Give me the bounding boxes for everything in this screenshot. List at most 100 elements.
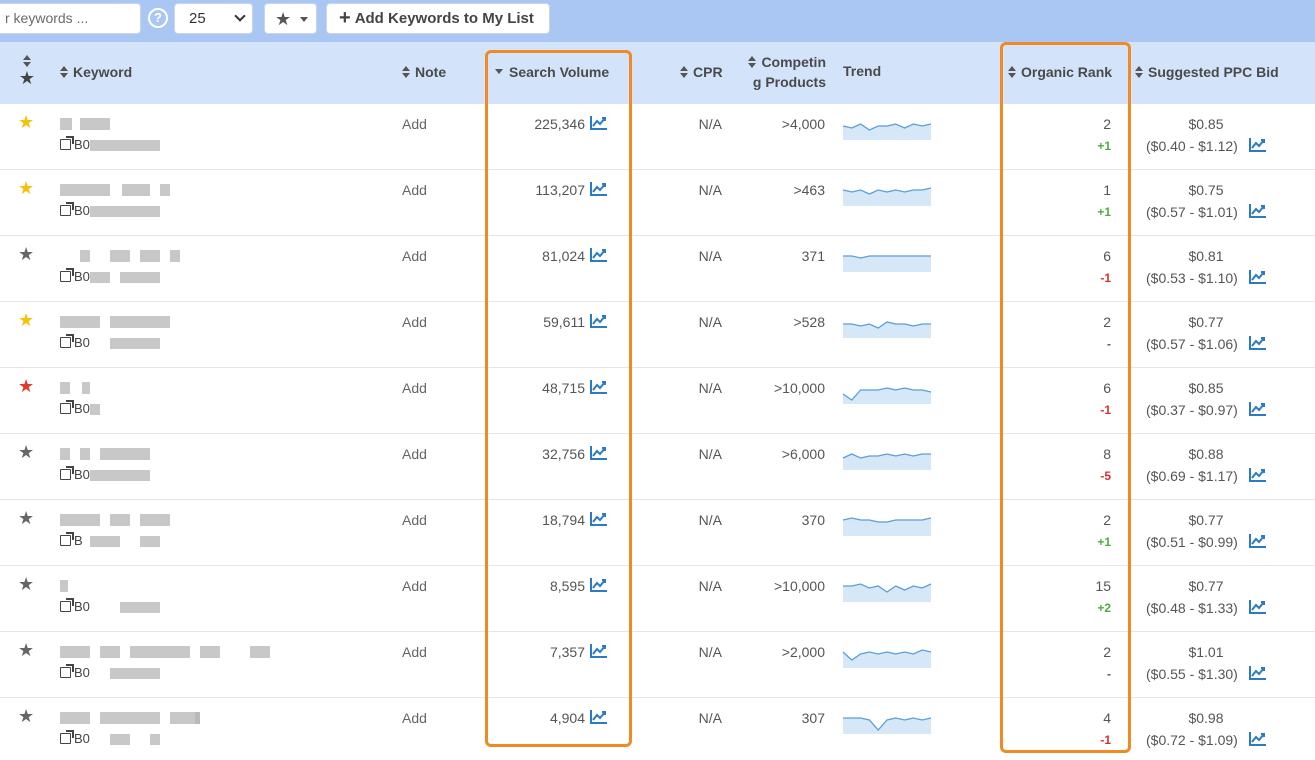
volume-history-icon[interactable] (590, 115, 608, 130)
table-row: ★ B0 Add 225,346 N/A >4,000 2 +1 $0.85 ($0.40 - $… (0, 104, 1315, 170)
trend-sparkline (842, 649, 932, 668)
asin-link[interactable]: B0 (60, 664, 90, 681)
bid-history-icon[interactable] (1249, 599, 1267, 614)
star-icon[interactable]: ★ (18, 706, 34, 726)
competing-products-value: >463 (793, 182, 825, 198)
external-link-icon (60, 268, 74, 282)
add-keywords-button[interactable]: + Add Keywords to My List (326, 3, 550, 34)
table-row: ★ B0 Add 113,207 N/A >463 1 +1 $0.75 ($0.57 - $1.… (0, 170, 1315, 236)
bid-history-icon[interactable] (1249, 533, 1267, 548)
column-header-note[interactable]: Note (402, 62, 446, 82)
bid-history-icon[interactable] (1249, 203, 1267, 218)
add-note-link[interactable]: Add (402, 444, 427, 464)
asin-link[interactable]: B0 (60, 268, 90, 285)
search-volume-value: 18,794 (542, 512, 585, 528)
bid-history-icon[interactable] (1249, 269, 1267, 284)
search-volume-value: 4,904 (549, 710, 585, 726)
sort-icon (680, 66, 688, 78)
star-icon[interactable]: ★ (18, 442, 34, 462)
add-keywords-label: Add Keywords to My List (354, 10, 534, 27)
add-note-link[interactable]: Add (402, 378, 427, 398)
star-icon[interactable]: ★ (18, 376, 34, 396)
cpr-value: N/A (698, 644, 722, 660)
star-icon[interactable]: ★ (18, 310, 34, 330)
asin-link[interactable]: B0 (60, 334, 90, 351)
sort-icon (402, 66, 410, 78)
asin-text: B0 (74, 137, 90, 152)
add-note-link[interactable]: Add (402, 642, 427, 662)
star-sort-header[interactable]: ★ (18, 55, 36, 87)
trend-sparkline (842, 387, 932, 404)
bid-history-icon[interactable] (1249, 401, 1267, 416)
table-row: ★ B0 Add 7,357 N/A >2,000 2 - $1.01 ($0.55 - $1.3… (0, 632, 1315, 698)
asin-link[interactable]: B0 (60, 598, 90, 615)
volume-history-icon[interactable] (590, 247, 608, 262)
column-header-competing-products[interactable]: Competin g Products (748, 52, 826, 92)
asin-link[interactable]: B0 (60, 136, 90, 153)
add-note-link[interactable]: Add (402, 576, 427, 596)
asin-link[interactable]: B0 (60, 730, 90, 747)
external-link-icon (60, 730, 74, 744)
ppc-bid-range: ($0.51 - $0.99) (1146, 534, 1238, 550)
star-icon[interactable]: ★ (18, 178, 34, 198)
column-header-cpr[interactable]: CPR (680, 62, 723, 82)
star-icon[interactable]: ★ (18, 112, 34, 132)
asin-link[interactable]: B0 (60, 202, 90, 219)
table-row: ★ B0 Add 32,756 N/A >6,000 8 -5 $0.88 ($0.69 - $1… (0, 434, 1315, 500)
search-volume-value: 59,611 (543, 314, 585, 330)
competing-products-value: >10,000 (774, 380, 825, 396)
trend-sparkline (842, 453, 931, 470)
search-volume-value: 113,207 (535, 182, 585, 198)
ppc-bid-value: $0.85 (1188, 380, 1224, 396)
asin-link[interactable]: B0 (60, 466, 90, 483)
trend-area (843, 518, 931, 536)
add-note-link[interactable]: Add (402, 246, 427, 266)
add-note-link[interactable]: Add (402, 510, 427, 530)
trend-sparkline (842, 187, 932, 206)
rank-change-value: - (1107, 337, 1111, 351)
volume-history-icon[interactable] (590, 181, 608, 196)
cpr-value: N/A (698, 314, 722, 330)
volume-history-icon[interactable] (590, 445, 608, 460)
cpr-value: N/A (698, 578, 722, 594)
bid-history-icon[interactable] (1249, 731, 1267, 746)
asin-text: B (74, 533, 83, 548)
organic-rank-value: 8 (1103, 446, 1111, 462)
per-page-value: 25 (189, 10, 206, 27)
asin-text: B0 (74, 401, 90, 416)
add-note-link[interactable]: Add (402, 114, 427, 134)
star-icon[interactable]: ★ (18, 244, 34, 264)
star-filter-dropdown[interactable]: ★ (264, 3, 317, 34)
column-header-organic-rank[interactable]: Organic Rank (1008, 62, 1112, 82)
help-icon[interactable]: ? (148, 8, 168, 28)
ppc-bid-range: ($0.69 - $1.17) (1146, 468, 1238, 484)
star-icon[interactable]: ★ (18, 508, 34, 528)
volume-history-icon[interactable] (590, 379, 608, 394)
bid-history-icon[interactable] (1249, 467, 1267, 482)
add-note-link[interactable]: Add (402, 708, 427, 728)
volume-history-icon[interactable] (590, 313, 608, 328)
ppc-bid-value: $0.75 (1188, 182, 1224, 198)
volume-history-icon[interactable] (590, 643, 608, 658)
volume-history-icon[interactable] (590, 577, 608, 592)
column-header-search-volume[interactable]: Search Volume (495, 62, 609, 82)
sort-icon (748, 56, 757, 68)
bid-history-icon[interactable] (1249, 335, 1267, 350)
bid-history-icon[interactable] (1249, 137, 1267, 152)
asin-link[interactable]: B0 (60, 400, 90, 417)
volume-history-icon[interactable] (590, 511, 608, 526)
star-icon[interactable]: ★ (18, 640, 34, 660)
bid-history-icon[interactable] (1249, 665, 1267, 680)
column-header-keyword[interactable]: Keyword (60, 62, 132, 82)
add-note-link[interactable]: Add (402, 312, 427, 332)
column-header-ppc-bid[interactable]: Suggested PPC Bid (1135, 62, 1279, 82)
add-note-link[interactable]: Add (402, 180, 427, 200)
star-icon[interactable]: ★ (18, 574, 34, 594)
external-link-icon (60, 400, 74, 414)
per-page-select[interactable]: 25 (174, 3, 253, 34)
trend-sparkline (842, 123, 932, 140)
trend-sparkline (842, 517, 932, 536)
volume-history-icon[interactable] (590, 709, 608, 724)
asin-link[interactable]: B (60, 532, 83, 549)
keyword-search-input[interactable]: r keywords ... (0, 3, 141, 34)
